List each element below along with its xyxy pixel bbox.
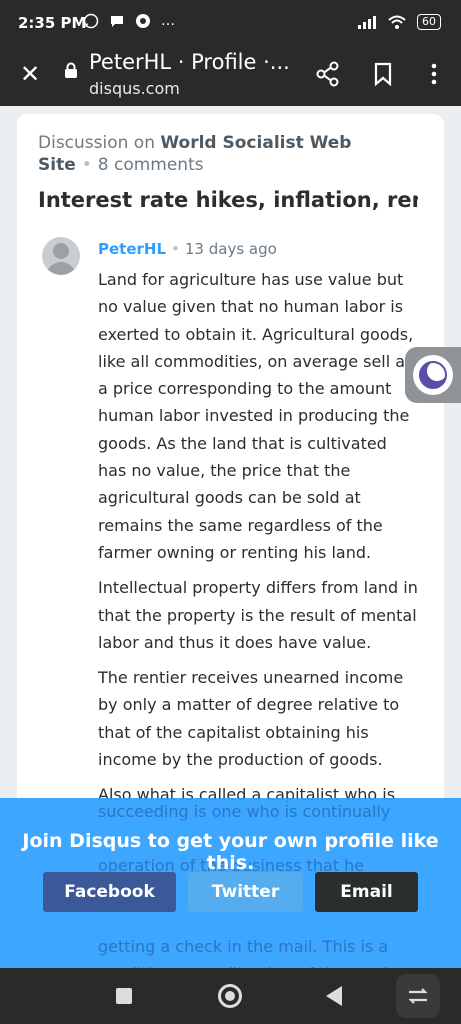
comment-body: Land for agriculture has use value but n… — [98, 266, 418, 817]
chrome-icon — [136, 14, 150, 28]
avatar[interactable] — [42, 237, 80, 275]
page-title: PeterHL · Profile ·... — [89, 50, 290, 74]
more-vert-icon[interactable] — [420, 60, 448, 88]
page-domain: disqus.com — [89, 79, 180, 98]
bookmark-icon[interactable] — [369, 60, 397, 88]
facebook-button[interactable]: Facebook — [43, 872, 176, 912]
close-icon[interactable]: ✕ — [16, 60, 44, 88]
obscured-line: succeeding is one who is continually — [98, 802, 391, 821]
comment-meta: PeterHL • 13 days ago — [98, 240, 277, 258]
join-banner: succeeding is one who is continually ope… — [0, 798, 461, 983]
whatsapp-icon — [83, 13, 99, 29]
comment-count: 8 comments — [97, 155, 204, 175]
email-button[interactable]: Email — [315, 872, 418, 912]
discussion-header: Discussion on World Socialist Web Site • 8… — [38, 133, 352, 175]
rotate-icon[interactable] — [396, 974, 440, 1018]
comment-time[interactable]: 13 days ago — [185, 240, 277, 258]
moon-icon — [419, 361, 447, 389]
status-bar: 2:35 PM … 60 — [0, 0, 461, 48]
thread-title[interactable]: Interest rate hikes, inflation, rent... — [38, 188, 418, 212]
wifi-icon — [388, 15, 406, 29]
recents-icon[interactable] — [116, 988, 132, 1004]
discussion-prefix: Discussion on — [38, 133, 155, 153]
chat-icon — [111, 16, 123, 27]
system-nav-bar — [0, 968, 461, 1024]
notification-icons: … — [83, 13, 175, 29]
twitter-button[interactable]: Twitter — [188, 872, 303, 912]
author-name[interactable]: PeterHL — [98, 240, 166, 258]
join-message: Join Disqus to get your own profile like… — [22, 830, 439, 874]
signal-icon — [358, 16, 376, 29]
obscured-line: getting a check in the mail. This is a — [98, 937, 389, 956]
share-icon[interactable] — [314, 60, 342, 88]
comment-paragraph: The rentier receives unearned income by … — [98, 668, 404, 770]
back-icon[interactable] — [326, 986, 342, 1006]
floating-assistant-button[interactable] — [405, 347, 461, 403]
battery-indicator: 60 — [417, 14, 441, 30]
lock-icon — [65, 62, 77, 78]
browser-toolbar: ✕ PeterHL · Profile ·... disqus.com — [0, 48, 461, 106]
home-icon[interactable] — [218, 984, 242, 1008]
comment-paragraph: Land for agriculture has use value but n… — [98, 270, 414, 562]
more-dots: … — [161, 13, 175, 29]
clock: 2:35 PM — [18, 14, 87, 32]
comment-paragraph: Intellectual property differs from land … — [98, 578, 418, 652]
